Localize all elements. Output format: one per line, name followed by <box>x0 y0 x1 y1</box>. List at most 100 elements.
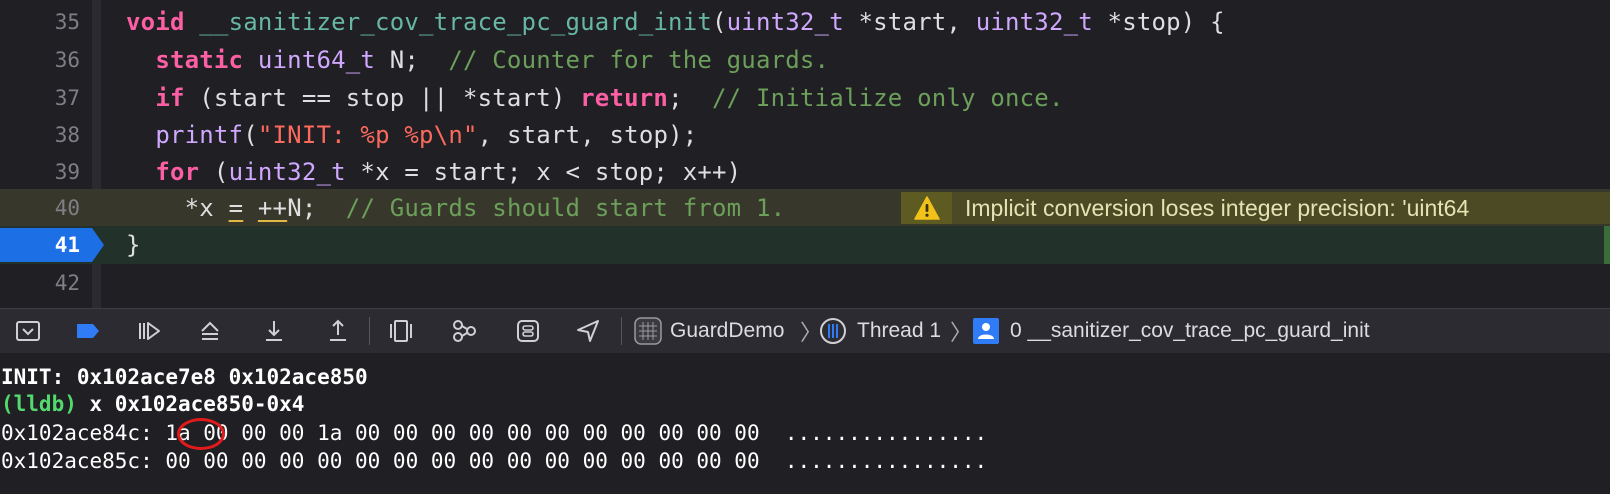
warning-annotation[interactable]: Implicit conversion loses integer precis… <box>901 192 1610 224</box>
environment-overrides-icon <box>517 320 539 342</box>
string-literal: " <box>463 121 478 149</box>
scroll-marker <box>1604 226 1610 264</box>
warning-icon-box[interactable] <box>901 192 952 224</box>
view-hierarchy-icon <box>390 320 412 342</box>
step-into-button[interactable] <box>256 315 292 347</box>
red-highlight-circle <box>177 418 225 450</box>
view-hierarchy-button[interactable] <box>383 315 419 347</box>
continue-icon <box>139 322 160 340</box>
step-out-button[interactable] <box>320 315 356 347</box>
breadcrumb-thread-label: Thread 1 <box>857 319 942 342</box>
step-over-icon <box>201 321 219 340</box>
format-specifier: %p <box>360 121 390 149</box>
debug-console[interactable]: INIT: 0x102ace7e8 0x102ace850 (lldb) x 0… <box>0 353 1610 494</box>
thread-icon <box>820 318 846 344</box>
code-line-36[interactable]: 36 static uint64_t N; // Counter for the… <box>0 41 1610 79</box>
app-icon <box>634 317 662 345</box>
code-line-38[interactable]: 38 printf("INIT: %p %p\n", start, stop); <box>0 116 1610 154</box>
breadcrumb-frame-label: 0 __sanitizer_cov_trace_pc_guard_init <box>1010 319 1370 342</box>
type-name: uint32_t <box>726 8 844 36</box>
code-token: N; <box>375 46 449 74</box>
console-command-line: (lldb) x 0x102ace850-0x4 <box>1 390 304 418</box>
breadcrumb-app-label: GuardDemo <box>670 319 785 342</box>
memory-dump-line: 0x102ace85c: 00 00 00 00 00 00 00 00 00 … <box>1 449 988 473</box>
hide-console-button[interactable] <box>10 315 46 347</box>
type-name: uint32_t <box>975 8 1093 36</box>
comment: // Counter for the guards. <box>448 46 830 74</box>
memory-graph-icon <box>453 320 476 342</box>
type-name: uint64_t <box>257 46 376 74</box>
keyword: void <box>126 8 185 36</box>
continue-button[interactable] <box>131 315 167 347</box>
code-text: void __sanitizer_cov_trace_pc_guard_init… <box>126 3 1225 41</box>
console-output-line: INIT: 0x102ace7e8 0x102ace850 <box>1 363 368 391</box>
code-token: *x <box>184 194 229 222</box>
step-out-icon <box>330 319 346 341</box>
line-number: 40 <box>54 196 80 220</box>
step-over-button[interactable] <box>192 315 228 347</box>
code-text: printf("INIT: %p %p\n", start, stop); <box>126 116 697 154</box>
breadcrumb-frame[interactable]: 0 __sanitizer_cov_trace_pc_guard_init <box>972 309 1370 353</box>
console-text: INIT: 0x102ace7e8 0x102ace850 <box>1 365 368 389</box>
breadcrumb-app[interactable]: GuardDemo <box>634 309 784 353</box>
breakpoints-toggle[interactable] <box>70 315 106 347</box>
code-line-39[interactable]: 39 for (uint32_t *x = start; x < stop; x… <box>0 153 1610 191</box>
keyword: return <box>580 84 669 112</box>
format-specifier: %p <box>404 121 434 149</box>
keyword: for <box>155 158 200 186</box>
code-token: , start, stop); <box>477 121 698 149</box>
code-text: *x = ++N; // Guards should start from 1. <box>126 189 785 227</box>
code-token: ; <box>668 84 713 112</box>
code-token: *x = start; x < stop; x++) <box>345 158 742 186</box>
code-line-41[interactable]: 41 } <box>0 226 1610 264</box>
code-token: ( <box>712 8 727 36</box>
breadcrumb-thread[interactable]: Thread 1 <box>819 309 941 353</box>
warning-underline: ++ <box>257 194 288 222</box>
line-number: 38 <box>54 123 80 147</box>
code-line-42[interactable]: 42 <box>0 264 1610 302</box>
string-literal <box>390 121 405 149</box>
line-number: 39 <box>54 160 80 184</box>
comment: // Initialize only once. <box>712 84 1064 112</box>
code-text: if (start == stop || *start) return; // … <box>126 79 1064 117</box>
stack-frame-icon <box>973 318 999 344</box>
debug-toolbar: GuardDemo 〉 Thread 1 〉 0 __sanitizer_cov… <box>0 308 1610 354</box>
code-text: static uint64_t N; // Counter for the gu… <box>126 41 829 79</box>
code-text: } <box>126 231 141 259</box>
toolbar-divider <box>369 317 370 345</box>
lldb-prompt: (lldb) <box>1 392 77 416</box>
warning-underline: = <box>228 194 244 222</box>
breakpoints-icon <box>77 324 99 338</box>
string-literal: "INIT: <box>257 121 361 149</box>
badge-arrow <box>92 228 104 262</box>
type-name: uint32_t <box>228 158 346 186</box>
warning-message: Implicit conversion loses integer precis… <box>965 195 1470 221</box>
function-name: __sanitizer_cov_trace_pc_guard_init <box>199 8 712 36</box>
memory-graph-button[interactable] <box>446 315 482 347</box>
code-line-40[interactable]: 40 *x = ++N; // Guards should start from… <box>0 189 1610 227</box>
source-editor[interactable]: 35 void __sanitizer_cov_trace_pc_guard_i… <box>0 0 1610 308</box>
code-token: ( <box>199 158 229 186</box>
console-command: x 0x102ace850-0x4 <box>76 392 305 416</box>
line-number: 42 <box>54 271 80 295</box>
warning-triangle-icon <box>914 196 940 220</box>
keyword: if <box>155 84 185 112</box>
toolbar-divider <box>621 317 622 345</box>
simulate-location-icon <box>577 320 599 342</box>
code-line-35[interactable]: 35 void __sanitizer_cov_trace_pc_guard_i… <box>0 3 1610 41</box>
environment-overrides-button[interactable] <box>510 315 546 347</box>
code-line-37[interactable]: 37 if (start == stop || *start) return; … <box>0 79 1610 117</box>
simulate-location-button[interactable] <box>570 315 606 347</box>
code-token: N; <box>287 194 346 222</box>
chevron-right-icon: 〉 <box>950 321 973 346</box>
line-number: 36 <box>54 48 80 72</box>
line-number: 37 <box>54 86 80 110</box>
step-into-icon <box>266 321 282 341</box>
escape-sequence: \n <box>433 121 464 149</box>
keyword: static <box>155 46 244 74</box>
